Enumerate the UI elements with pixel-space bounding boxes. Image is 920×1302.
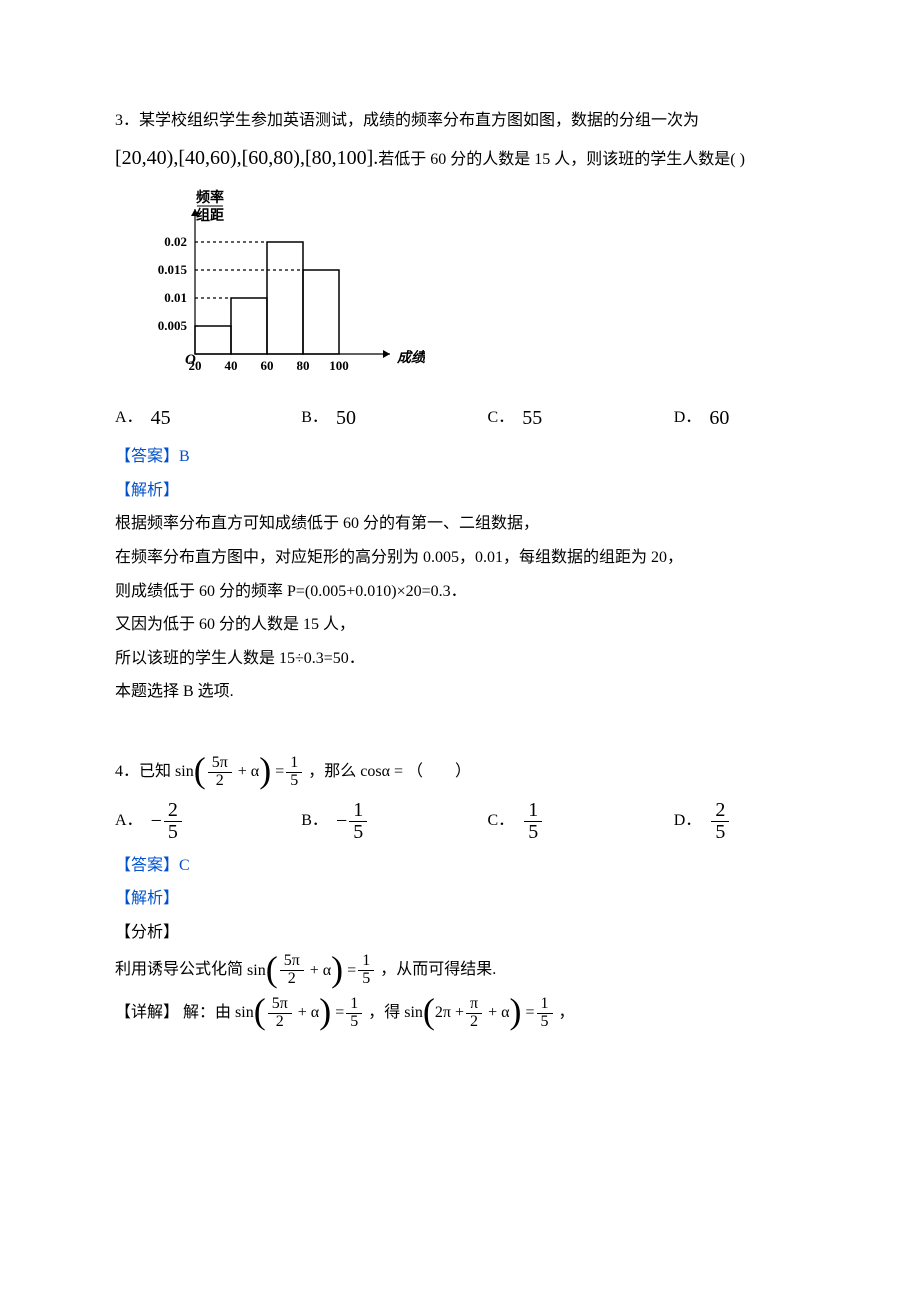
option-label: B．	[301, 808, 328, 834]
q3-option-c[interactable]: C． 55	[488, 402, 674, 434]
q3-sol-6: 本题选择 B 选项.	[115, 679, 860, 705]
q4-detail-by: 解：由	[183, 1004, 231, 1021]
bar-3	[267, 242, 303, 354]
q4-post: ，那么	[308, 763, 356, 780]
q4-fx-pre: 利用诱导公式化简	[115, 961, 243, 978]
q3-sol-2: 在频率分布直方图中，对应矩形的高分别为 0.005，0.01，每组数据的组距为 …	[115, 545, 860, 571]
option-value: −25	[151, 800, 184, 843]
q4-fx-expr: sin( 5π2 + α) = 15	[247, 953, 376, 988]
q3-sol-4: 又因为低于 60 分的人数是 15 人，	[115, 612, 860, 638]
q3-sol-3: 则成绩低于 60 分的频率 P=(0.005+0.010)×20=0.3．	[115, 579, 860, 605]
option-label: A．	[115, 808, 143, 834]
option-label: A．	[115, 405, 143, 431]
answer-label: 【答案】	[115, 448, 179, 465]
option-value: 50	[336, 402, 356, 434]
q4-expr-sin: sin ( 5π2 + α ) = 15	[175, 755, 304, 790]
q4-tail: （ ）	[407, 763, 471, 780]
q3-stem-line2: [20,40),[40,60),[60,80),[80,100].若低于 60 …	[115, 142, 860, 174]
q3-analysis-label: 【解析】	[115, 478, 860, 504]
q4-detail-line: 【详解】 解：由 sin( 5π2 + α) = 15 ，得 sin( 2π +…	[115, 996, 860, 1031]
q4-detail-expr1: sin( 5π2 + α) = 15	[235, 996, 364, 1031]
q4-option-a[interactable]: A． −25	[115, 800, 301, 843]
q3-text2: 若低于 60 分的人数是 15 人，则该班的学生人数是( )	[378, 151, 745, 168]
q4-detail-get: ，得	[368, 1004, 400, 1021]
option-value: 25	[709, 800, 731, 843]
xtick-20: 20	[189, 358, 202, 373]
q4-stem: 4．已知 sin ( 5π2 + α ) = 15 ，那么 cosα = （ ）	[115, 755, 860, 790]
q3-number: 3．	[115, 112, 139, 129]
q4-fx-line: 利用诱导公式化简 sin( 5π2 + α) = 15 ，从而可得结果.	[115, 953, 860, 988]
bar-1	[195, 326, 231, 354]
ytick-3: 0.015	[158, 262, 188, 277]
q3-option-b[interactable]: B． 50	[301, 402, 487, 434]
q4-option-c[interactable]: C． 15	[488, 800, 674, 843]
q3-option-a[interactable]: A． 45	[115, 402, 301, 434]
q4-detail-label: 【详解】	[115, 1004, 179, 1021]
q4-fx-post: ，从而可得结果.	[380, 961, 496, 978]
answer-value: C	[179, 857, 190, 874]
q3-sol-1: 根据频率分布直方可知成绩低于 60 分的有第一、二组数据，	[115, 511, 860, 537]
ylabel-num: 频率	[196, 189, 224, 206]
answer-value: B	[179, 448, 190, 465]
bar-4	[303, 270, 339, 354]
option-value: −15	[336, 800, 369, 843]
ylabel-den: 组距	[196, 207, 224, 224]
bar-2	[231, 298, 267, 354]
q3-options: A． 45 B． 50 C． 55 D． 60	[115, 402, 860, 434]
q3-sol-5: 所以该班的学生人数是 15÷0.3=50．	[115, 646, 860, 672]
q4-options: A． −25 B． −15 C． 15 D． 25	[115, 800, 860, 843]
option-label: C．	[488, 808, 515, 834]
q4-detail-expr2: sin( 2π + π2 + α) = 15	[404, 996, 554, 1031]
xtick-80: 80	[297, 358, 310, 373]
ytick-2: 0.01	[164, 290, 187, 305]
q4-option-d[interactable]: D． 25	[674, 800, 860, 843]
xtick-100: 100	[329, 358, 349, 373]
xtick-60: 60	[261, 358, 274, 373]
ytick-1: 0.005	[158, 318, 188, 333]
q4-answer: 【答案】C	[115, 853, 860, 879]
q3-text1: 某学校组织学生参加英语测试，成绩的频率分布直方图如图，数据的分组一次为	[139, 112, 699, 129]
q4-analysis-label: 【解析】	[115, 886, 860, 912]
q4-detail-comma: ，	[559, 1004, 575, 1021]
histogram-chart: 频率 组距 0.005 0.01 0.015 0.02 O 20 40 60 8…	[135, 184, 860, 393]
option-value: 15	[522, 800, 544, 843]
option-label: D．	[674, 405, 702, 431]
option-label: C．	[488, 405, 515, 431]
xlabel: 成绩/分	[396, 349, 425, 366]
q4-pre: 已知	[139, 763, 171, 780]
q3-option-d[interactable]: D． 60	[674, 402, 860, 434]
q4-fx-label: 【分析】	[115, 920, 860, 946]
answer-label: 【答案】	[115, 857, 179, 874]
option-label: D．	[674, 808, 702, 834]
q4-option-b[interactable]: B． −15	[301, 800, 487, 843]
option-value: 60	[709, 402, 729, 434]
ytick-4: 0.02	[164, 234, 187, 249]
option-value: 45	[151, 402, 171, 434]
option-value: 55	[522, 402, 542, 434]
q4-number: 4．	[115, 763, 139, 780]
q3-answer: 【答案】B	[115, 444, 860, 470]
option-label: B．	[301, 405, 328, 431]
q4-cos: cosα =	[360, 763, 403, 780]
q3-intervals: [20,40),[40,60),[60,80),[80,100].	[115, 147, 378, 169]
xtick-40: 40	[225, 358, 238, 373]
q3-stem-line1: 3．某学校组织学生参加英语测试，成绩的频率分布直方图如图，数据的分组一次为	[115, 108, 860, 134]
